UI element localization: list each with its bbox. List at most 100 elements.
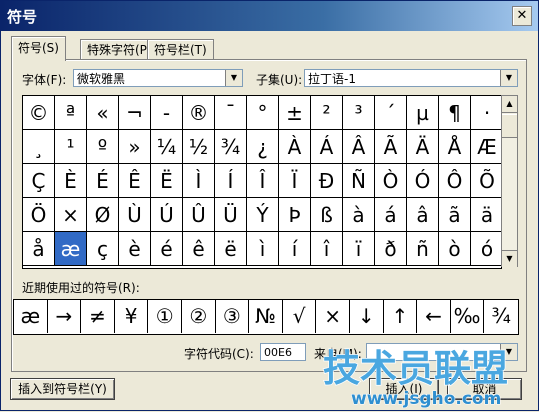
symbol-cell[interactable]: ª [55, 96, 87, 130]
symbol-cell[interactable]: Ë [151, 164, 183, 198]
symbol-cell[interactable]: å [23, 232, 55, 266]
tab-symbols[interactable]: 符号(S) [11, 36, 66, 61]
symbol-cell[interactable]: - [151, 96, 183, 130]
symbol-cell[interactable]: ³ [343, 96, 375, 130]
symbol-cell[interactable]: Ê [119, 164, 151, 198]
symbol-cell[interactable]: Ø [87, 198, 119, 232]
symbol-cell[interactable]: ê [183, 232, 215, 266]
symbol-grid[interactable]: © ª «¬ - ® ¯ ° ± ² ³ ´ µ ¶ · ¸ ¹ º» ¼ ½ ¾ ¿ À Á Â Ã Ä Å Æ Ç È É Ê Ë Ì Í Î Ï Ð… [22, 95, 503, 269]
symbol-cell[interactable]: « [87, 96, 119, 130]
symbol-cell[interactable]: » [119, 130, 151, 164]
recent-symbol-cell[interactable]: √ [283, 300, 317, 333]
symbol-cell[interactable]: ¾ [215, 130, 247, 164]
symbol-cell[interactable]: â [407, 198, 439, 232]
symbol-cell[interactable]: Ü [215, 198, 247, 232]
char-code-input[interactable]: 00E6 [260, 343, 306, 361]
symbol-cell[interactable]: Þ [279, 198, 311, 232]
title-bar[interactable]: 符号 ✕ [1, 1, 538, 31]
scroll-up-icon[interactable]: ▲ [502, 96, 517, 113]
symbol-cell[interactable]: Ï [279, 164, 311, 198]
recent-symbol-cell[interactable]: ③ [216, 300, 250, 333]
recent-symbol-cell[interactable]: → [48, 300, 82, 333]
recent-symbol-cell[interactable]: ‰ [451, 300, 485, 333]
symbol-cell[interactable]: î [311, 232, 343, 266]
symbol-cell[interactable]: ¸ [23, 130, 55, 164]
symbol-cell[interactable]: ä [471, 198, 503, 232]
recent-symbols[interactable]: æ → ≠ ¥ ① ② ③ № √ × ↓ ↑ ← ‰ ¾ [13, 299, 519, 335]
symbol-cell[interactable]: Á [311, 130, 343, 164]
chevron-down-icon[interactable]: ▼ [225, 70, 242, 86]
symbol-cell[interactable]: Í [215, 164, 247, 198]
symbol-cell[interactable]: Å [439, 130, 471, 164]
recent-symbol-cell[interactable]: æ [14, 300, 48, 333]
symbol-cell[interactable]: ¹ [55, 130, 87, 164]
scroll-down-icon[interactable]: ▼ [502, 250, 517, 267]
recent-symbol-cell[interactable]: × [316, 300, 350, 333]
symbol-cell[interactable]: Ö [23, 198, 55, 232]
symbol-cell[interactable]: ¼ [151, 130, 183, 164]
symbol-cell[interactable]: É [87, 164, 119, 198]
insert-button[interactable]: 插入(I) [369, 378, 439, 400]
recent-symbol-cell[interactable]: ① [148, 300, 182, 333]
recent-symbol-cell[interactable]: ② [182, 300, 216, 333]
symbol-cell[interactable]: à [343, 198, 375, 232]
symbol-cell[interactable]: Ã [375, 130, 407, 164]
symbol-cell[interactable]: ß [311, 198, 343, 232]
recent-symbol-cell[interactable]: ¥ [115, 300, 149, 333]
symbol-cell[interactable]: Â [343, 130, 375, 164]
chevron-down-icon[interactable]: ▼ [500, 70, 517, 86]
symbol-cell[interactable]: æ [55, 232, 87, 266]
symbol-cell[interactable]: º [87, 130, 119, 164]
symbol-cell[interactable]: · [471, 96, 503, 130]
symbol-cell[interactable]: ¬ [119, 96, 151, 130]
recent-symbol-cell[interactable]: ¾ [484, 300, 518, 333]
symbol-cell[interactable]: Ç [23, 164, 55, 198]
symbol-cell[interactable]: × [55, 198, 87, 232]
symbol-cell[interactable]: Ñ [343, 164, 375, 198]
symbol-cell[interactable]: ï [343, 232, 375, 266]
recent-symbol-cell[interactable]: ≠ [81, 300, 115, 333]
symbol-cell[interactable]: À [279, 130, 311, 164]
symbol-cell[interactable]: ½ [183, 130, 215, 164]
symbol-cell[interactable]: Ô [439, 164, 471, 198]
symbol-cell[interactable]: Ù [119, 198, 151, 232]
from-select[interactable]: ▼ [366, 343, 518, 361]
symbol-cell[interactable]: ð [375, 232, 407, 266]
symbol-cell[interactable]: ì [247, 232, 279, 266]
symbol-cell[interactable]: Ú [151, 198, 183, 232]
symbol-cell[interactable]: Û [183, 198, 215, 232]
symbol-grid-scrollbar[interactable]: ▲ ▼ [501, 95, 518, 267]
symbol-cell[interactable]: ¶ [439, 96, 471, 130]
tab-symbol-bar[interactable]: 符号栏(T) [147, 39, 214, 60]
symbol-cell[interactable]: é [151, 232, 183, 266]
symbol-cell[interactable]: Æ [471, 130, 503, 164]
recent-symbol-cell[interactable]: № [249, 300, 283, 333]
symbol-cell[interactable]: ° [247, 96, 279, 130]
symbol-cell[interactable]: Ð [311, 164, 343, 198]
symbol-cell[interactable]: Õ [471, 164, 503, 198]
symbol-cell[interactable]: á [375, 198, 407, 232]
symbol-cell[interactable]: ã [439, 198, 471, 232]
symbol-cell[interactable]: ¿ [247, 130, 279, 164]
symbol-cell[interactable]: ¯ [215, 96, 247, 130]
symbol-cell[interactable]: Ý [247, 198, 279, 232]
symbol-cell[interactable]: Ä [407, 130, 439, 164]
chevron-down-icon[interactable]: ▼ [500, 344, 517, 360]
recent-symbol-cell[interactable]: ↓ [350, 300, 384, 333]
symbol-cell[interactable]: Ó [407, 164, 439, 198]
symbol-cell[interactable]: È [55, 164, 87, 198]
symbol-cell[interactable]: Î [247, 164, 279, 198]
close-icon[interactable]: ✕ [512, 6, 532, 26]
symbol-cell[interactable]: ñ [407, 232, 439, 266]
symbol-cell[interactable]: µ [407, 96, 439, 130]
symbol-cell[interactable]: ë [215, 232, 247, 266]
scroll-thumb[interactable] [502, 114, 517, 138]
cancel-button[interactable]: 取消 [447, 378, 522, 400]
symbol-cell[interactable]: ® [183, 96, 215, 130]
symbol-cell[interactable]: Ì [183, 164, 215, 198]
symbol-cell[interactable]: ç [87, 232, 119, 266]
symbol-cell[interactable]: ò [439, 232, 471, 266]
symbol-cell[interactable]: ´ [375, 96, 407, 130]
recent-symbol-cell[interactable]: ↑ [384, 300, 418, 333]
symbol-cell[interactable]: è [119, 232, 151, 266]
